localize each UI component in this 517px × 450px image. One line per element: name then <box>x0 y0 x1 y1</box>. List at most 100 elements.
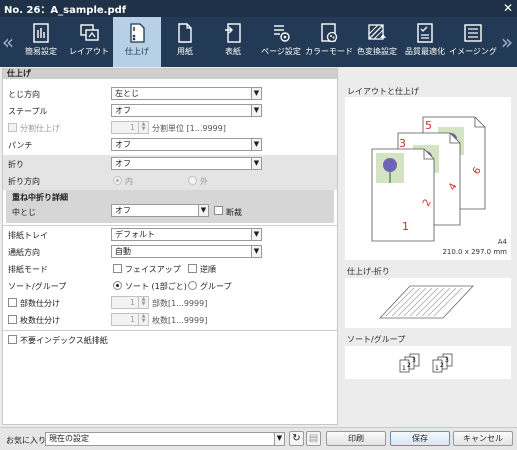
stacked-pages-illustration: 1 2 3 4 5 6 <box>371 116 486 242</box>
binding-direction-label: とじ方向 <box>8 90 40 99</box>
tab-paper[interactable]: 用紙 <box>161 17 209 67</box>
binding-direction-select[interactable]: 左とじ ▼ <box>111 87 262 100</box>
fold-direction-label: 折り方向 <box>8 177 40 186</box>
tab-imaging[interactable]: イメージング <box>449 17 497 67</box>
tab-color-conversion[interactable]: 色変換設定 <box>353 17 401 67</box>
scroll-left-icon[interactable]: « <box>0 17 16 67</box>
sheets-split-checkbox[interactable] <box>8 315 17 324</box>
output-tray-select[interactable]: デフォルト ▼ <box>111 228 262 241</box>
fold-preview <box>345 278 511 328</box>
output-tray-row: 排紙トレイ デフォルト ▼ <box>3 227 337 243</box>
face-up-checkbox[interactable] <box>113 264 122 273</box>
separate-unit: 分割単位 [1...9999] <box>152 124 226 133</box>
punch-select[interactable]: オフ ▼ <box>111 138 262 151</box>
layout-preview-title: レイアウトと仕上げ <box>347 87 419 96</box>
imaging-icon <box>464 24 482 42</box>
scroll-right-icon[interactable]: » <box>499 17 515 67</box>
saddle-stitch-select[interactable]: オフ ▼ <box>111 204 209 217</box>
sort-label: ソート (1部ごと) <box>125 282 187 291</box>
staple-select[interactable]: オフ ▼ <box>111 104 262 117</box>
tab-label: 色変換設定 <box>357 47 397 56</box>
tab-layout[interactable]: レイアウト <box>65 17 113 67</box>
chevron-down-icon: ▼ <box>251 105 261 116</box>
binding-direction-value: 左とじ <box>115 89 139 98</box>
page-settings-icon <box>274 25 290 42</box>
sort-group-row: ソート/グループ ソート (1部ごと) グループ <box>3 278 337 294</box>
separate-value: 1 <box>129 123 135 132</box>
cancel-button[interactable]: キャンセル <box>453 431 513 446</box>
sheets-split-label: 枚数仕分け <box>20 316 60 325</box>
preview-panel: レイアウトと仕上げ 1 2 3 4 5 6 A4 210.0 x 297.0 m… <box>341 84 514 425</box>
close-icon[interactable]: ✕ <box>503 1 513 15</box>
tab-label: カラーモード <box>305 47 353 56</box>
group-radio[interactable] <box>188 281 197 290</box>
sort-digit: 2 <box>440 362 444 369</box>
tab-label: 仕上げ <box>125 47 149 56</box>
window-titlebar: No. 26：A_sample.pdf ✕ <box>0 0 517 17</box>
refresh-icon[interactable]: ↻ <box>289 431 304 446</box>
sheets-split-value: 1 <box>129 315 135 324</box>
footer-bar: お気に入り 現在の設定 ▼ ↻ ▤ 印刷 保存 キャンセル <box>0 427 517 450</box>
stepper-arrows-icon: ▲ ▼ <box>138 297 148 308</box>
separate-stepper[interactable]: 1 ▲ ▼ <box>111 121 149 134</box>
sort-digit: 3 <box>445 357 449 364</box>
tab-quality[interactable]: 品質最適化 <box>401 17 449 67</box>
favorites-label: お気に入り <box>6 436 46 445</box>
tab-label: 用紙 <box>177 47 193 56</box>
tab-simple-settings[interactable]: 簡易設定 <box>17 17 65 67</box>
sort-digit: 3 <box>412 357 416 364</box>
binding-direction-row: とじ方向 左とじ ▼ <box>3 86 337 102</box>
tab-label: 表紙 <box>225 47 241 56</box>
feed-direction-select[interactable]: 自動 ▼ <box>111 245 262 258</box>
separate-label: 分割仕上げ <box>20 124 60 133</box>
feed-direction-row: 通紙方向 自動 ▼ <box>3 244 337 260</box>
tab-color-mode[interactable]: カラーモード <box>305 17 353 67</box>
reverse-order-checkbox[interactable] <box>188 264 197 273</box>
sheets-split-row: 枚数仕分け 1 ▲ ▼ 枚数[1...9999] <box>3 312 337 328</box>
save-favorite-icon[interactable]: ▤ <box>306 431 321 446</box>
sort-digit: 1 <box>402 365 406 372</box>
fold-select[interactable]: オフ ▼ <box>111 157 262 170</box>
page-number: 5 <box>425 119 432 132</box>
quality-icon <box>417 23 433 43</box>
chevron-down-icon: ▼ <box>198 205 208 216</box>
page-number: 1 <box>402 220 409 233</box>
saddle-detail-title: 重ね中折り詳細 <box>12 193 68 202</box>
tab-bar: « 簡易設定 レイアウト 仕上げ 用紙 表紙 ページ設定 カラーモード 色変換設… <box>0 17 517 67</box>
favorites-value: 現在の設定 <box>49 434 89 443</box>
tab-label: レイアウト <box>69 47 109 56</box>
output-tray-label: 排紙トレイ <box>8 231 48 240</box>
window-title: No. 26：A_sample.pdf <box>4 5 127 16</box>
save-button[interactable]: 保存 <box>390 431 450 446</box>
sort-digit: 2 <box>407 362 411 369</box>
paper-dimensions: 210.0 x 297.0 mm <box>442 248 507 256</box>
output-mode-row: 排紙モード フェイスアップ 逆順 <box>3 261 337 277</box>
saddle-detail-group: 重ね中折り詳細 中とじ オフ ▼ 断裁 <box>6 190 334 223</box>
staple-row: ステープル オフ ▼ <box>3 103 337 119</box>
favorites-select[interactable]: 現在の設定 ▼ <box>45 432 285 446</box>
tab-finishing[interactable]: 仕上げ <box>113 17 161 67</box>
fold-in-radio[interactable] <box>113 176 122 185</box>
separate-checkbox[interactable] <box>8 123 17 132</box>
punch-value: オフ <box>115 140 131 149</box>
tab-page-settings[interactable]: ページ設定 <box>257 17 305 67</box>
sort-radio[interactable] <box>113 281 122 290</box>
color-conversion-icon <box>368 24 386 40</box>
copies-split-checkbox[interactable] <box>8 298 17 307</box>
stepper-arrows-icon: ▲ ▼ <box>138 122 148 133</box>
staple-label: ステープル <box>8 107 48 116</box>
fold-label: 折り <box>8 160 24 169</box>
no-index-row: 不要インデックス紙排紙 <box>3 332 337 348</box>
tab-label: ページ設定 <box>261 47 301 56</box>
no-index-checkbox[interactable] <box>8 335 17 344</box>
cover-icon <box>225 23 241 43</box>
print-button[interactable]: 印刷 <box>326 431 386 446</box>
copies-split-stepper[interactable]: 1 ▲ ▼ <box>111 296 149 309</box>
fold-out-radio[interactable] <box>188 176 197 185</box>
trim-checkbox[interactable] <box>214 206 223 215</box>
tab-cover[interactable]: 表紙 <box>209 17 257 67</box>
fold-direction-row: 折り方向 内 外 <box>3 173 337 190</box>
sheets-split-stepper[interactable]: 1 ▲ ▼ <box>111 313 149 326</box>
tab-label: イメージング <box>449 47 497 56</box>
sheets-split-unit: 枚数[1...9999] <box>152 316 208 325</box>
